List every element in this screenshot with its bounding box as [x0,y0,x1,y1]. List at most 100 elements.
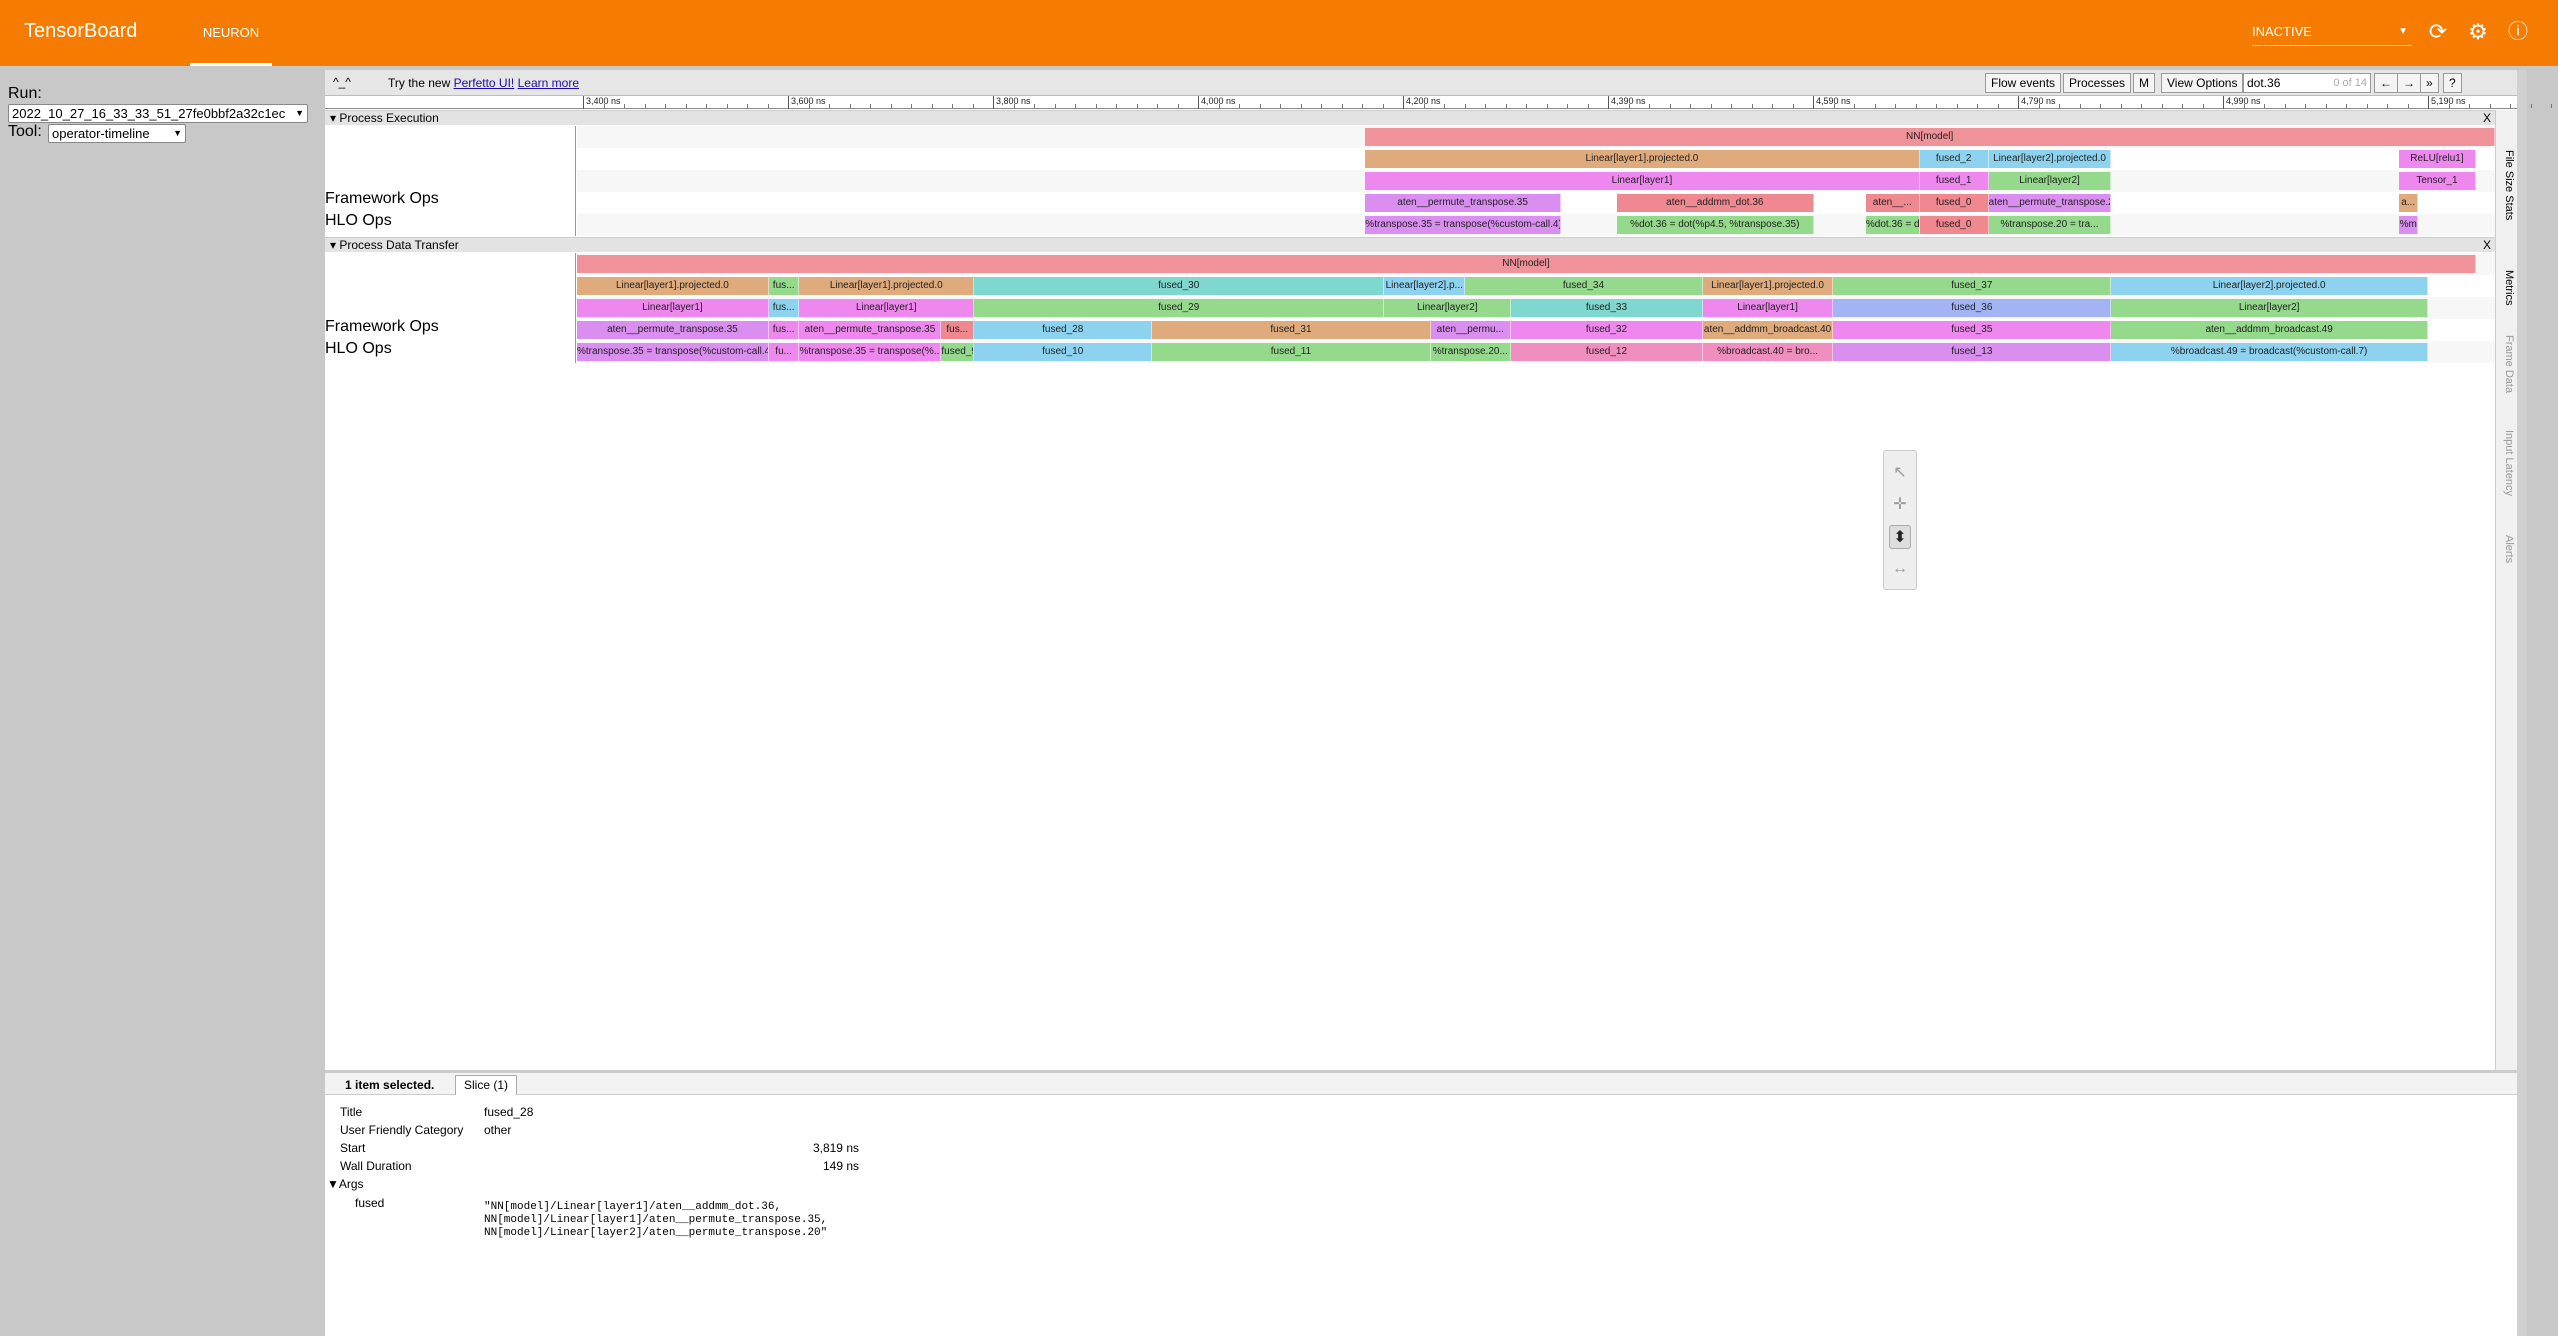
search-input[interactable]: dot.36 0 of 14 [2243,73,2371,93]
help-button[interactable]: ? [2443,73,2462,93]
zoom-icon[interactable]: ⬍ [1889,525,1911,549]
trace-slice[interactable]: fused_0 [1919,216,1989,234]
trace-slice[interactable]: %transpose.35 = transpose(%... [799,343,942,361]
learn-more-link[interactable]: Learn more [518,76,579,90]
trace-slice[interactable]: fused_35 [1833,321,2112,339]
trace-slice[interactable]: fused_31 [1152,321,1431,339]
trace-slice[interactable]: fused_30 [974,277,1385,295]
trace-slice[interactable]: NN[model] [1365,128,2495,146]
ruler-minor-tick [1280,104,1281,108]
tab-alerts[interactable]: Alerts [2499,535,2515,563]
trace-slice[interactable]: fused_36 [1833,299,2112,317]
trace-slice[interactable]: fused_12 [1511,343,1703,361]
close-icon[interactable]: X [2483,111,2491,125]
trace-slice[interactable]: fused_29 [974,299,1385,317]
trace-slice[interactable]: %transpose.35 = transpose(%custom-call.4… [1365,216,1561,234]
trace-slice[interactable]: %transpose.20 = tra... [1988,216,2112,234]
trace-slice[interactable]: fused_9 [941,343,974,361]
search-prev-button[interactable]: ← [2374,73,2398,93]
trace-slice[interactable]: Linear[layer1].projected.0 [1702,277,1834,295]
gear-icon[interactable]: ⚙ [2464,18,2492,46]
trace-slice[interactable]: fu... [768,343,800,361]
trace-slice[interactable]: Linear[layer1].projected.0 [1365,150,1920,168]
trace-slice[interactable]: fused_28 [974,321,1153,339]
trace-slice[interactable]: ReLU[relu1] [2399,150,2476,168]
trace-slice[interactable]: Linear[layer2].projected.0 [1988,150,2112,168]
perfetto-link[interactable]: Perfetto UI! [454,76,515,90]
trace-slice[interactable]: NN[model] [577,255,2476,273]
flow-events-button[interactable]: Flow events [1985,73,2062,93]
trace-slice[interactable]: Tensor_1 [2399,172,2476,190]
trace-slice[interactable]: Linear[layer1].projected.0 [577,277,769,295]
status-select[interactable]: INACTIVE ▼ [2252,18,2412,46]
trace-slice[interactable]: Linear[layer2].projected.0 [2111,277,2428,295]
pan-icon[interactable]: ✛ [1889,493,1911,517]
trace-slice[interactable]: fus... [768,299,800,317]
trace-slice[interactable]: Linear[layer1] [1365,172,1920,190]
trace-slice[interactable]: aten__addmm_dot.36 [1616,194,1815,212]
trace-slice[interactable]: a... [2399,194,2419,212]
trace-slice[interactable]: fused_0 [1919,194,1989,212]
ruler-minor-tick [849,104,851,108]
trace-slice[interactable]: Linear[layer1] [577,299,769,317]
ruler-minor-tick [1013,104,1015,108]
trace-slice[interactable]: %broadcast.49 = broadcast(%custom-call.7… [2111,343,2428,361]
trace-slice[interactable]: %transpose.35 = transpose(%custom-call.4… [577,343,769,361]
trace-slice[interactable]: fus... [768,321,800,339]
tab-file-size-stats[interactable]: File Size Stats [2499,150,2515,220]
trace-slice[interactable]: fused_33 [1511,299,1703,317]
trace-slice[interactable]: fused_1 [1919,172,1989,190]
process-execution-header[interactable]: ▾ Process Execution X [325,110,2495,125]
args-toggle[interactable]: ▼Args [327,1177,364,1191]
tab-metrics[interactable]: Metrics [2499,270,2515,305]
trace-slice[interactable]: fused_11 [1152,343,1431,361]
trace-slice[interactable]: Linear[layer1].projected.0 [799,277,975,295]
trace-slice[interactable]: %dot.36 = dot(%p4.5, %transpose.35) [1616,216,1815,234]
trace-slice[interactable]: fused_32 [1511,321,1703,339]
view-options-button[interactable]: View Options [2161,73,2244,93]
trace-slice[interactable]: aten__permute_transpose.35 [577,321,769,339]
trace-slice[interactable]: aten__permu... [1430,321,1512,339]
processes-button[interactable]: Processes [2063,73,2132,93]
trace-slice[interactable]: %m [2399,216,2419,234]
timing-icon[interactable]: ↔ [1889,557,1911,581]
help-icon[interactable]: ⓘ [2504,18,2532,46]
trace-slice[interactable]: %broadcast.40 = bro... [1702,343,1834,361]
trace-slice[interactable]: aten__addmm_broadcast.40 [1702,321,1834,339]
trace-slice[interactable]: aten__permute_transpose.35 [799,321,942,339]
metadata-button[interactable]: M [2133,73,2155,93]
run-select[interactable]: 2022_10_27_16_33_33_51_27fe0bbf2a32c1ec … [8,104,308,123]
tab-slice[interactable]: Slice (1) [455,1075,518,1095]
trace-slice[interactable]: aten__addmm_broadcast.49 [2111,321,2428,339]
process-data-transfer-header[interactable]: ▾ Process Data Transfer X [325,237,2495,252]
search-next-button[interactable]: → [2397,73,2421,93]
tab-input-latency[interactable]: Input Latency [2499,430,2515,496]
trace-slice[interactable]: aten__... [1865,194,1920,212]
trace-slice[interactable]: Linear[layer2] [2111,299,2428,317]
tool-select[interactable]: operator-timeline ▼ [48,124,186,143]
trace-slice[interactable]: fused_13 [1833,343,2112,361]
trace-slice[interactable]: %dot.36 = d... [1865,216,1920,234]
trace-slice[interactable]: aten__permute_transpose.35 [1365,194,1561,212]
trace-slice[interactable]: Linear[layer2] [1384,299,1512,317]
trace-slice[interactable]: %transpose.20... [1430,343,1512,361]
close-icon[interactable]: X [2483,238,2491,252]
search-expand-button[interactable]: » [2420,73,2439,93]
trace-slice[interactable]: Linear[layer2] [1988,172,2112,190]
trace-slice[interactable]: Linear[layer2].p... [1384,277,1466,295]
trace-slice[interactable]: aten__permute_transpose.20 [1988,194,2112,212]
tab-neuron[interactable]: NEURON [190,0,272,66]
trace-slice[interactable]: Linear[layer1] [799,299,975,317]
tab-frame-data[interactable]: Frame Data [2499,335,2515,393]
trace-slice[interactable]: fused_10 [974,343,1153,361]
page-scrollbar[interactable] [2517,70,2527,1336]
trace-slice[interactable]: fused_37 [1833,277,2112,295]
refresh-icon[interactable]: ⟳ [2424,18,2452,46]
trace-slice[interactable]: fused_34 [1465,277,1703,295]
select-icon[interactable]: ↖ [1889,461,1911,485]
trace-slice[interactable]: fus... [941,321,974,339]
trace-slice[interactable]: fused_2 [1919,150,1989,168]
trace-slice[interactable]: Linear[layer1] [1702,299,1834,317]
hide-ui-button[interactable]: ^_^ [333,75,351,89]
trace-slice[interactable]: fus... [768,277,800,295]
